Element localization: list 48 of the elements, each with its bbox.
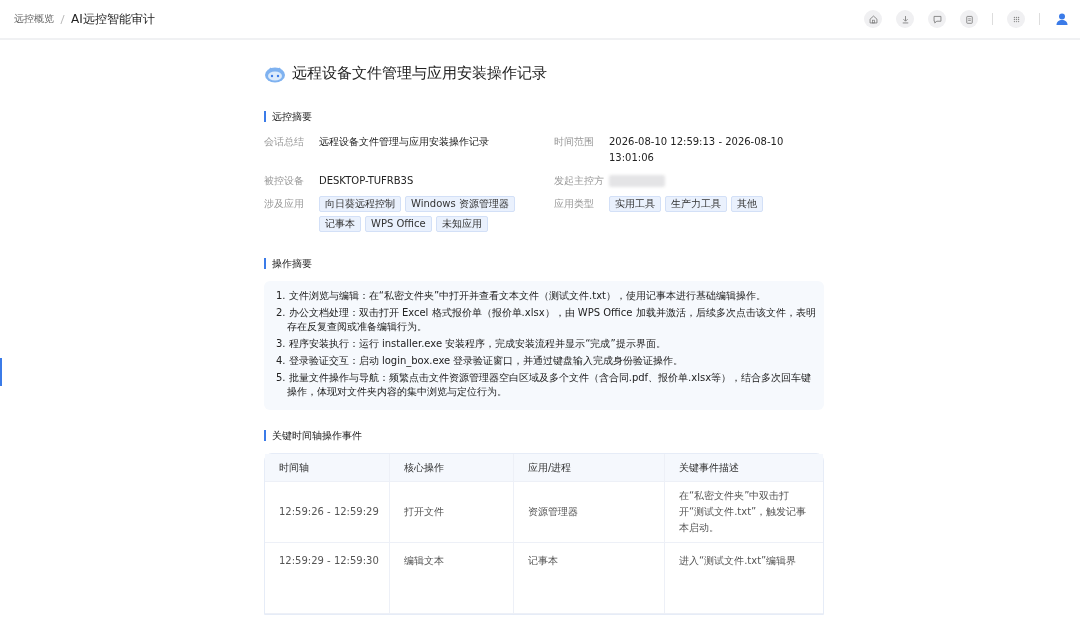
apps-icon[interactable] — [1007, 10, 1025, 28]
table-cell: 在“私密文件夹”中双击打开“测试文件.txt”，触发记事本启动。 — [665, 482, 823, 543]
field-label: 被控设备 — [264, 174, 305, 188]
clipboard-icon[interactable] — [960, 10, 978, 28]
app-tag: 未知应用 — [435, 216, 488, 232]
table-cell: 资源管理器 — [514, 482, 665, 543]
summary-item: 5. 批量文件操作与导航：频繁点击文件资源管理器空白区域及多个文件（含合同.pdf、报价单.xlsx等），结合多次回车键操作，体现对文件夹内容的集中浏览与定位行为。 — [276, 371, 813, 399]
app-tag: WPS Office — [365, 216, 432, 232]
report-title: 远程设备文件管理与应用安装操作记录 — [292, 64, 547, 83]
field-label: 涉及应用 — [264, 197, 305, 211]
field-value: 远程设备文件管理与应用安装操作记录 — [319, 135, 489, 149]
message-icon[interactable] — [928, 10, 946, 28]
field-label: 时间范围 — [554, 135, 595, 149]
summary-item: 2. 办公文档处理：双击打开 Excel 格式报价单（报价单.xlsx），由 WPS Office 加载并激活，后续多次点击该文件，表明存在反复查阅或准备编辑行为。 — [276, 306, 816, 334]
field-value: 2026-08-10 12:59:13 - 2026-08-10 13:01:06 — [609, 135, 785, 165]
column-header: 应用/进程 — [514, 454, 665, 482]
field-value: DESKTOP-TUFRB3S — [319, 174, 414, 188]
app-tag: 生产力工具 — [665, 196, 727, 212]
summary-item: 3. 程序安装执行：运行 installer.exe 安装程序，完成安装流程并显示“完成”提示界面。 — [276, 337, 667, 351]
app-tag: 其他 — [731, 196, 763, 212]
side-indicator — [0, 358, 2, 386]
field-label: 会话总结 — [264, 135, 305, 149]
user-avatar-icon[interactable] — [1054, 11, 1070, 27]
app-tag: Windows 资源管理器 — [405, 196, 515, 212]
column-header: 核心操作 — [390, 454, 514, 482]
home-icon[interactable] — [864, 10, 882, 28]
field-label: 发起主控方 — [554, 174, 605, 188]
breadcrumb-link[interactable]: 远控概览 — [14, 12, 54, 26]
table-cell: 12:59:29 - 12:59:30 — [265, 543, 390, 614]
section-heading: 操作摘要 — [264, 258, 824, 269]
table-cell: 打开文件 — [390, 482, 514, 543]
table-cell: 记事本 — [514, 543, 665, 614]
column-header: 时间轴 — [265, 454, 390, 482]
app-tag: 实用工具 — [609, 196, 661, 212]
table-cell: 12:59:26 - 12:59:29 — [265, 482, 390, 543]
section-heading: 关键时间轴操作事件 — [264, 430, 824, 441]
blurred-value — [609, 175, 665, 187]
table-cell: 进入“测试文件.txt”编辑界 — [665, 543, 823, 614]
column-header: 关键事件描述 — [665, 454, 823, 482]
download-icon[interactable] — [896, 10, 914, 28]
table-cell: 编辑文本 — [390, 543, 514, 614]
breadcrumb-current: AI远控智能审计 — [71, 10, 155, 28]
app-tag: 向日葵远程控制 — [319, 196, 401, 212]
app-tag: 记事本 — [319, 216, 361, 232]
field-label: 应用类型 — [554, 197, 595, 211]
summary-item: 1. 文件浏览与编辑：在“私密文件夹”中打开并查看文本文件（测试文件.txt），使用记事本进行基础编辑操作。 — [276, 289, 768, 303]
summary-item: 4. 登录验证交互：启动 login_box.exe 登录验证窗口，并通过键盘输入完成身份验证操作。 — [276, 354, 685, 368]
section-heading: 远控摘要 — [264, 111, 824, 122]
